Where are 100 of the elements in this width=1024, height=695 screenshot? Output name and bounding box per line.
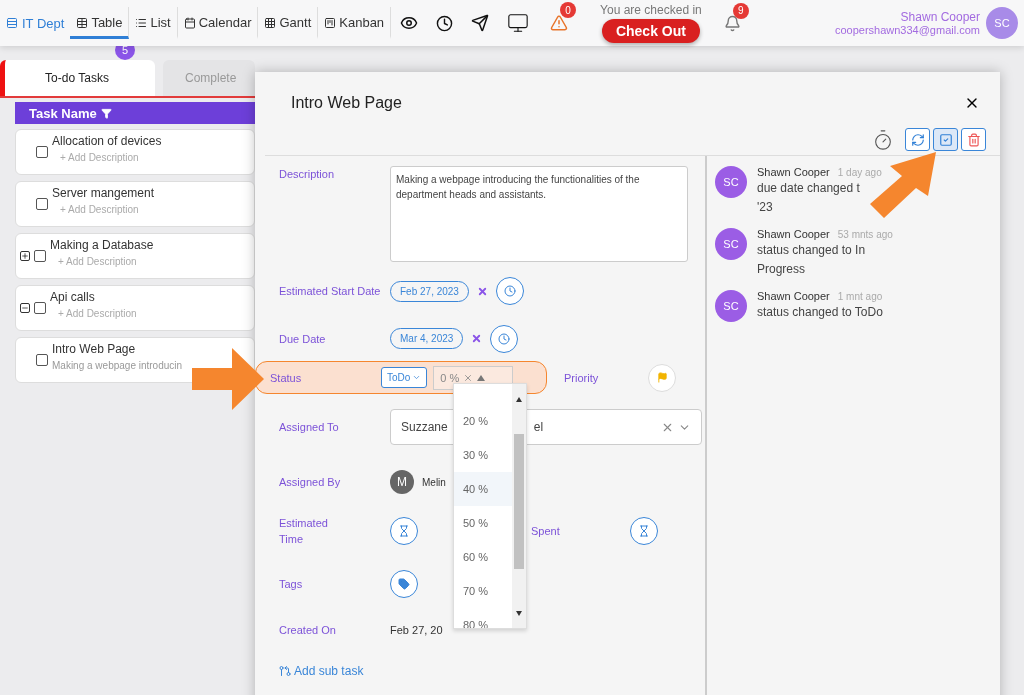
status-select[interactable]: ToDo [381, 367, 428, 388]
task-row[interactable]: Allocation of devices + Add Description [15, 129, 255, 175]
user-avatar: M [390, 470, 414, 494]
modal-title: Intro Web Page [291, 94, 402, 112]
clear-icon[interactable] [471, 333, 483, 344]
task-row[interactable]: Making a Database + Add Description [15, 233, 255, 279]
task-checkbox[interactable] [34, 250, 46, 262]
flag-icon [656, 372, 668, 383]
user-avatar: SC [715, 166, 747, 198]
task-name: Allocation of devices [52, 133, 162, 148]
task-tab[interactable]: To-do Tasks [0, 60, 155, 96]
stopwatch-icon[interactable] [872, 128, 894, 151]
field-label: Priority [564, 370, 599, 386]
task-row[interactable]: Intro Web Page Making a webpage introducin [15, 337, 255, 383]
timestamp: 1 day ago [837, 167, 882, 178]
author-name: Shawn Cooper [757, 166, 830, 178]
kanban-icon [324, 16, 337, 29]
delete-button[interactable] [961, 128, 986, 151]
created-date: Feb 27, 20 [390, 624, 443, 636]
collapse-toggle[interactable] [20, 303, 30, 313]
caret-icon [477, 374, 486, 381]
trash-icon [966, 132, 981, 147]
checkbox-icon [938, 132, 953, 147]
user-email: coopershawn334@gmail.com [834, 24, 980, 36]
hourglass-button[interactable] [629, 517, 658, 545]
activity-text: status changed to ToDo [757, 305, 883, 319]
view-tab[interactable]: Gantt [258, 7, 319, 39]
clear-icon[interactable] [476, 285, 488, 297]
subtask-icon [279, 665, 291, 677]
minus-icon [21, 304, 29, 312]
warning-icon[interactable] [550, 14, 569, 32]
task-name: Server mangement [52, 185, 155, 200]
user-avatar: SC [715, 290, 747, 322]
bell-icon[interactable] [723, 14, 741, 32]
grid-icon [264, 16, 277, 29]
tag-icon [398, 578, 410, 590]
plus-icon [21, 252, 29, 260]
clock-icon [503, 285, 516, 297]
tag-button[interactable] [390, 570, 418, 598]
task-name: Intro Web Page [52, 341, 137, 356]
hourglass-icon [637, 525, 650, 537]
add-subtask-link[interactable]: Add sub task [265, 664, 705, 678]
task-checkbox[interactable] [36, 146, 48, 158]
timestamp: 53 mnts ago [837, 229, 893, 240]
hourglass-button[interactable] [390, 517, 418, 545]
scrollbar[interactable] [512, 384, 526, 628]
field-label: Status [270, 370, 303, 386]
field-label: Assigned To [279, 420, 340, 435]
view-tab[interactable]: Kanban [318, 7, 392, 39]
clock-icon [498, 332, 511, 345]
filter-icon[interactable] [100, 107, 112, 119]
brand-link[interactable]: IT Dept [6, 15, 65, 31]
task-checkbox[interactable] [36, 198, 48, 210]
refresh-icon [910, 132, 925, 147]
author-name: Shawn Cooper [757, 290, 830, 302]
field-label: Estimated Time [279, 516, 329, 547]
activity-text: status changed to In [757, 243, 866, 257]
column-header[interactable]: Task Name [15, 102, 255, 124]
assigner-name: Melin [422, 476, 446, 488]
view-tab[interactable]: List [129, 7, 178, 39]
refresh-button[interactable] [905, 128, 930, 151]
table-icon [76, 16, 89, 29]
field-label: Description [279, 167, 336, 182]
notification-count: 9 [732, 2, 749, 19]
clear-icon[interactable] [463, 372, 474, 383]
task-checkbox[interactable] [36, 354, 48, 366]
activity-text: '23 [757, 200, 773, 214]
task-row[interactable]: Server mangement + Add Description [15, 181, 255, 227]
task-name: Api calls [50, 289, 96, 304]
field-label: Estimated Start Date [279, 284, 382, 299]
activity-text: Progress [757, 262, 806, 276]
field-label: Due Date [279, 331, 327, 347]
task-name: Making a Database [50, 237, 154, 252]
task-row[interactable]: Api calls + Add Description [15, 285, 255, 331]
calendar-icon [183, 16, 196, 29]
check-out-button[interactable]: Check Out [601, 19, 700, 43]
view-tab[interactable]: Table [70, 7, 130, 39]
view-tab[interactable]: Calendar [177, 7, 259, 39]
alert-count: 0 [560, 2, 577, 18]
logo-icon [6, 17, 18, 29]
hourglass-icon [398, 525, 410, 537]
user-avatar: SC [715, 228, 747, 260]
checkin-status: You are checked in [600, 3, 702, 17]
chevron-icon [412, 373, 422, 382]
user-name: Shawn Cooper [900, 10, 980, 24]
field-label: Created On [279, 623, 337, 638]
activity-text: due date changed t [757, 181, 860, 195]
clock-button[interactable] [495, 277, 524, 305]
field-label: Tags [279, 577, 304, 592]
author-name: Shawn Cooper [757, 228, 830, 240]
task-checkbox[interactable] [34, 302, 46, 314]
field-label: Spent [531, 524, 560, 539]
expand-toggle[interactable] [20, 251, 30, 261]
task-description: Making a webpage introducin [52, 359, 183, 371]
clock-button[interactable] [490, 324, 519, 353]
complete-button[interactable] [933, 128, 958, 151]
dropdown-option[interactable]: 40 % [454, 472, 512, 506]
timestamp: 1 mnt ago [837, 291, 883, 302]
description-field[interactable]: Making a webpage introducing the functionalities of the department heads and assistants. [390, 166, 688, 262]
field-label: Assigned By [279, 475, 342, 490]
